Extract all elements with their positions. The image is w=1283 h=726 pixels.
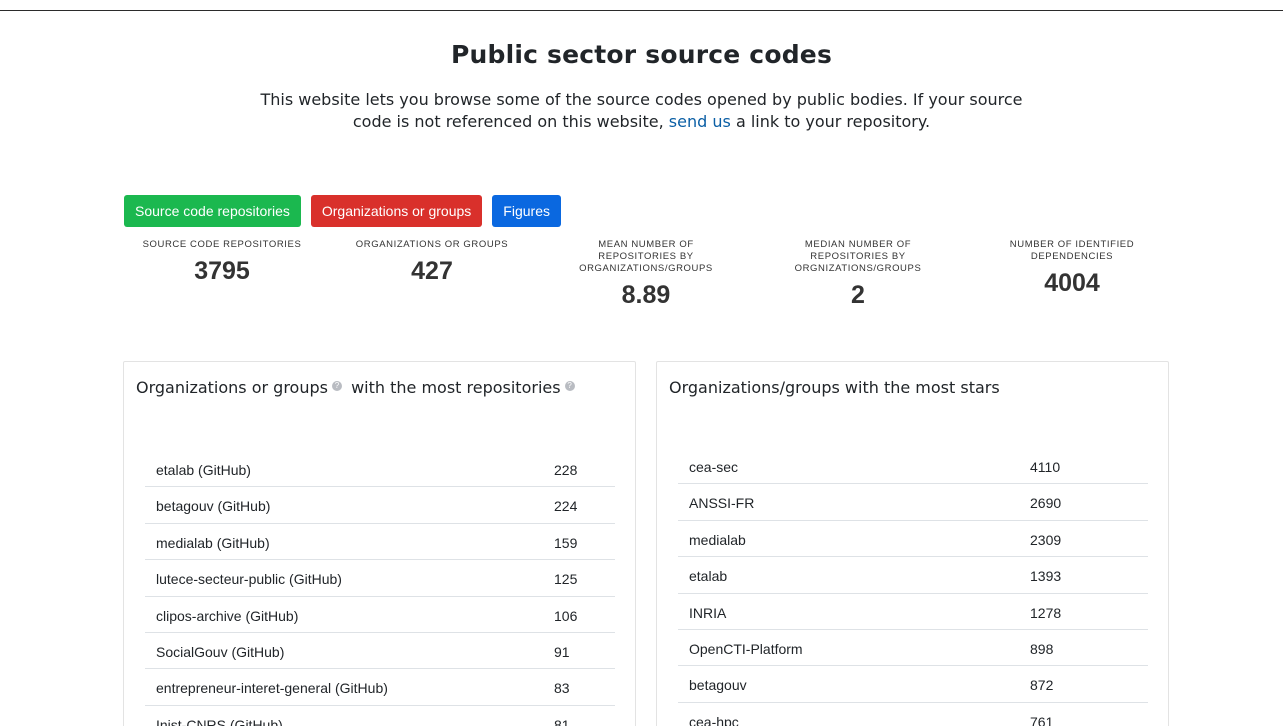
star-count: 2309 (1030, 531, 1062, 548)
org-name[interactable]: cea-sec (689, 459, 738, 475)
star-count: 2690 (1030, 495, 1062, 512)
table-row[interactable]: betagouv 872 (678, 666, 1148, 703)
star-count: 1393 (1030, 568, 1062, 585)
most-repositories-table: etalab (GitHub) 228 betagouv (GitHub) 224 … (145, 451, 615, 726)
table-row[interactable]: Inist-CNRS (GitHub) 81 (145, 706, 615, 726)
table-row[interactable]: clipos-archive (GitHub) 106 (145, 597, 615, 633)
view-switcher: Source code repositories Organizations o… (124, 195, 561, 227)
source-code-repositories-button[interactable]: Source code repositories (124, 195, 301, 227)
send-us-link[interactable]: send us (669, 112, 731, 131)
table-row[interactable]: betagouv (GitHub) 224 (145, 487, 615, 524)
repo-count: 228 (554, 462, 578, 478)
card-title: Organizations/groups with the most stars (669, 378, 1000, 397)
most-stars-table: cea-sec 4110 ANSSI-FR 2690 medialab 2309 et… (678, 448, 1148, 726)
org-name[interactable]: ANSSI-FR (689, 495, 754, 511)
star-count: 872 (1030, 677, 1054, 694)
stat-label: NUMBER OF IDENTIFIED DEPENDENCIES (1009, 239, 1135, 262)
stat-value: 2 (851, 281, 865, 309)
org-name[interactable]: medialab (689, 532, 746, 548)
table-row[interactable]: cea-hpc 761 (678, 703, 1148, 726)
table-row[interactable]: ANSSI-FR 2690 (678, 484, 1148, 521)
question-circle-icon[interactable]: ? (331, 381, 342, 391)
table-row[interactable]: OpenCTI-Platform 898 (678, 630, 1148, 667)
repo-count: 91 (554, 643, 570, 660)
question-circle-icon[interactable]: ? (564, 381, 575, 391)
stat-label: MEAN NUMBER OF REPOSITORIES BY ORGANIZAT… (579, 239, 713, 274)
top-divider (0, 10, 1283, 11)
organizations-or-groups-button[interactable]: Organizations or groups (310, 195, 483, 227)
table-row[interactable]: entrepreneur-interet-general (GitHub) 83 (145, 669, 615, 706)
stat-organizations: ORGANIZATIONS OR GROUPS 427 (338, 239, 526, 286)
repo-count: 106 (554, 607, 578, 624)
repo-count: 125 (554, 571, 578, 588)
org-name[interactable]: INRIA (689, 605, 726, 621)
org-name[interactable]: etalab (GitHub) (156, 462, 251, 478)
star-count: 761 (1030, 713, 1054, 726)
star-count: 4110 (1030, 459, 1061, 475)
org-name[interactable]: medialab (GitHub) (156, 535, 270, 551)
stat-value: 4004 (1044, 269, 1100, 297)
star-count: 1278 (1030, 604, 1062, 621)
stat-mean-repos: MEAN NUMBER OF REPOSITORIES BY ORGANIZAT… (562, 239, 730, 310)
stat-repositories: SOURCE CODE REPOSITORIES 3795 (128, 239, 316, 286)
stat-value: 3795 (194, 257, 250, 285)
table-row[interactable]: etalab 1393 (678, 557, 1148, 594)
hero: Public sector source codes This website … (0, 40, 1283, 133)
page-title: Public sector source codes (450, 40, 833, 69)
figures-button[interactable]: Figures (492, 195, 561, 227)
stat-label: ORGANIZATIONS OR GROUPS (355, 239, 509, 250)
most-repositories-card: Organizations or groups? with the most r… (123, 361, 636, 726)
description-text-end: a link to your repository. (735, 112, 931, 131)
repo-count: 81 (554, 716, 570, 726)
repo-count: 224 (554, 498, 578, 515)
org-name[interactable]: etalab (689, 568, 727, 584)
org-name[interactable]: clipos-archive (GitHub) (156, 608, 298, 624)
page-description: This website lets you browse some of the… (247, 89, 1037, 133)
org-name[interactable]: SocialGouv (GitHub) (156, 644, 284, 660)
org-name[interactable]: lutece-secteur-public (GitHub) (156, 571, 342, 587)
stat-value: 427 (411, 257, 453, 285)
stat-median-repos: MEDIAN NUMBER OF REPOSITORIES BY ORGNIZA… (778, 239, 938, 310)
star-count: 898 (1030, 640, 1054, 657)
table-row[interactable]: INRIA 1278 (678, 594, 1148, 630)
stat-dependencies: NUMBER OF IDENTIFIED DEPENDENCIES 4004 (992, 239, 1152, 298)
table-row[interactable]: medialab (GitHub) 159 (145, 524, 615, 561)
org-name[interactable]: betagouv (GitHub) (156, 498, 270, 514)
stat-label: SOURCE CODE REPOSITORIES (142, 239, 302, 250)
org-name[interactable]: entrepreneur-interet-general (GitHub) (156, 680, 388, 696)
org-name[interactable]: cea-hpc (689, 714, 739, 726)
most-stars-card: Organizations/groups with the most stars… (656, 361, 1169, 726)
card-title: Organizations or groups? with the most r… (136, 378, 579, 397)
org-name[interactable]: Inist-CNRS (GitHub) (156, 717, 283, 726)
card-title-part1: Organizations or groups (136, 378, 328, 397)
table-row[interactable]: lutece-secteur-public (GitHub) 125 (145, 560, 615, 597)
card-title-part2: with the most repositories (351, 378, 561, 397)
repo-count: 83 (554, 680, 570, 697)
org-name[interactable]: OpenCTI-Platform (689, 641, 803, 657)
stat-value: 8.89 (621, 281, 671, 309)
table-row[interactable]: SocialGouv (GitHub) 91 (145, 633, 615, 670)
table-row[interactable]: medialab 2309 (678, 521, 1148, 558)
org-name[interactable]: betagouv (689, 677, 747, 693)
table-row[interactable]: cea-sec 4110 (678, 448, 1148, 485)
repo-count: 159 (554, 534, 578, 551)
stat-label: MEDIAN NUMBER OF REPOSITORIES BY ORGNIZA… (794, 239, 922, 274)
table-row[interactable]: etalab (GitHub) 228 (145, 451, 615, 488)
